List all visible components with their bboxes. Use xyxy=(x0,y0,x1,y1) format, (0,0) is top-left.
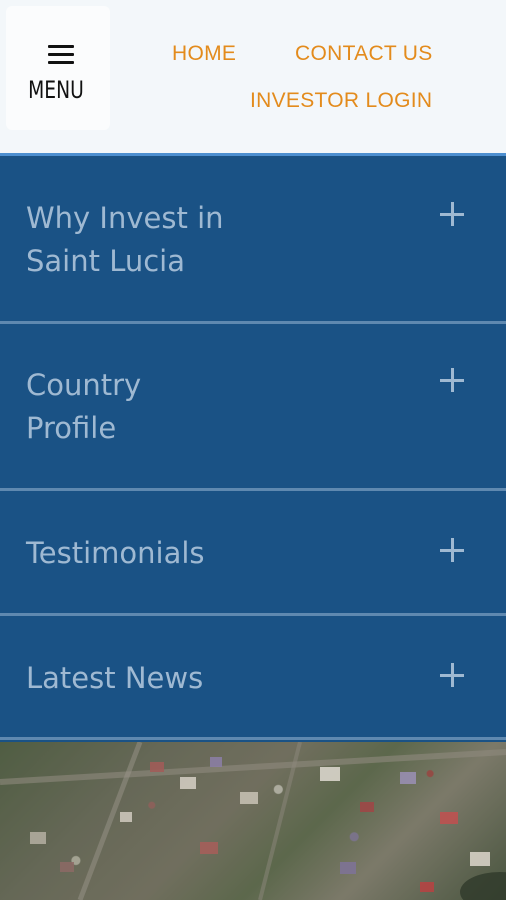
nav-contact-link[interactable]: CONTACT US xyxy=(295,42,433,66)
accordion-title-line: Country xyxy=(26,368,142,402)
accordion-title-line: Profile xyxy=(26,411,117,445)
menu-button[interactable]: MENU xyxy=(6,6,110,130)
nav-investor-login-link[interactable]: INVESTOR LOGIN xyxy=(250,89,432,113)
nav-home-link[interactable]: HOME xyxy=(172,42,236,66)
accordion: Why Invest in Saint Lucia Country Profil… xyxy=(0,156,506,740)
accordion-item-title: Why Invest in Saint Lucia xyxy=(26,197,326,283)
plus-icon[interactable] xyxy=(440,538,464,562)
plus-icon[interactable] xyxy=(440,368,464,392)
aerial-photo xyxy=(0,742,506,900)
accordion-title-line: Saint Lucia xyxy=(26,244,186,278)
accordion-item-country-profile[interactable]: Country Profile xyxy=(0,324,506,491)
hamburger-icon xyxy=(48,45,74,65)
accordion-title-line: Why Invest in xyxy=(26,201,224,235)
accordion-item-title: Country Profile xyxy=(26,364,326,450)
site-header: MENU HOME CONTACT US INVESTOR LOGIN xyxy=(0,0,506,153)
menu-label: MENU xyxy=(28,76,84,104)
aerial-photo-texture xyxy=(0,742,506,900)
accordion-item-latest-news[interactable]: Latest News xyxy=(0,616,506,740)
accordion-item-title: Testimonials xyxy=(26,536,205,570)
accordion-item-testimonials[interactable]: Testimonials xyxy=(0,491,506,616)
accordion-item-title: Latest News xyxy=(26,661,204,695)
page: MENU HOME CONTACT US INVESTOR LOGIN Why … xyxy=(0,0,506,900)
plus-icon[interactable] xyxy=(440,202,464,226)
plus-icon[interactable] xyxy=(440,663,464,687)
accordion-item-why-invest[interactable]: Why Invest in Saint Lucia xyxy=(0,156,506,324)
